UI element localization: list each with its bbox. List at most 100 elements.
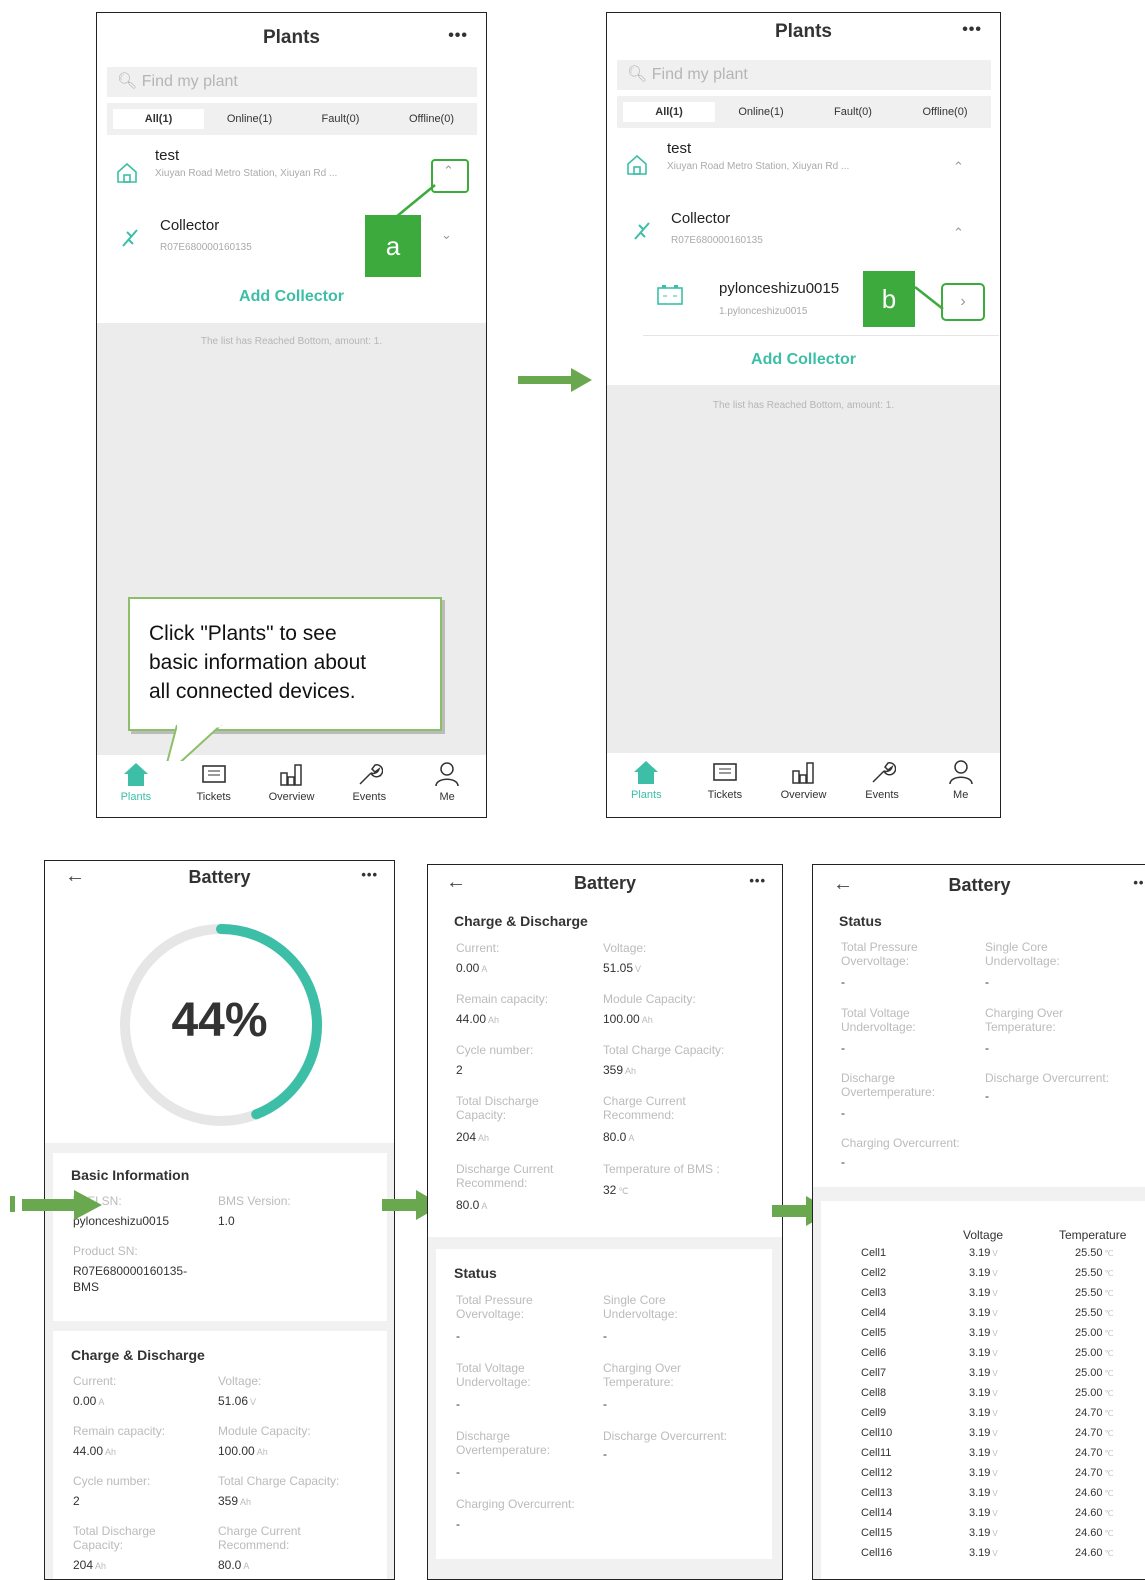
charge-title: Charge & Discharge — [71, 1347, 205, 1363]
search-input[interactable]: 🔍︎ Find my plant — [107, 67, 477, 97]
nav-events[interactable]: Events — [852, 759, 912, 801]
cell-voltage: 3.19 V — [969, 1487, 998, 1499]
chevron-up-icon[interactable]: ⌃ — [953, 159, 964, 175]
nav-label-events: Events — [865, 789, 899, 801]
cell-name: Cell2 — [861, 1267, 887, 1279]
voltage-label: Voltage: — [603, 941, 647, 955]
tab-offline[interactable]: Offline(0) — [899, 102, 991, 122]
tab-fault[interactable]: Fault(0) — [295, 109, 386, 129]
collector-icon — [634, 222, 650, 240]
dot-label: Discharge Overtemperature: — [456, 1429, 551, 1457]
tab-fault[interactable]: Fault(0) — [807, 102, 899, 122]
plant-name[interactable]: test — [667, 140, 691, 157]
cell-name: Cell12 — [861, 1467, 893, 1479]
device-detail-chevron[interactable]: › — [941, 283, 985, 321]
battery-icon — [657, 285, 683, 305]
more-menu-icon[interactable]: ••• — [749, 873, 766, 888]
nav-label-overview: Overview — [780, 789, 827, 801]
nav-label-me: Me — [439, 791, 455, 803]
battery-screen-1: ← Battery ••• 44% Basic Information WIFI… — [44, 860, 395, 1580]
cot-value: - — [985, 1041, 989, 1055]
cycle-label: Cycle number: — [73, 1474, 151, 1488]
product-sn-value-2: BMS — [73, 1280, 100, 1294]
flow-arrow-icon — [518, 368, 592, 392]
callout-line-3: all connected devices. — [149, 680, 356, 703]
wrench-icon — [359, 764, 384, 785]
chevron-down-icon[interactable]: ⌄ — [441, 227, 452, 243]
wrench-icon — [872, 762, 897, 783]
tab-offline[interactable]: Offline(0) — [386, 109, 477, 129]
tab-all[interactable]: All(1) — [623, 102, 715, 122]
scu-label: Single Core Undervoltage: — [603, 1293, 678, 1321]
nav-plants[interactable]: Plants — [616, 759, 676, 801]
nav-events[interactable]: Events — [339, 761, 399, 803]
current-label: Current: — [73, 1374, 117, 1388]
more-menu-icon[interactable]: ••• — [448, 27, 468, 45]
voltage-label: Voltage: — [218, 1374, 262, 1388]
discharge-rec-label: Discharge Current Recommend: — [456, 1162, 554, 1190]
tab-online[interactable]: Online(1) — [715, 102, 807, 122]
device-name[interactable]: pylonceshizu0015 — [719, 280, 839, 297]
nav-me[interactable]: Me — [931, 759, 991, 801]
chevron-up-icon[interactable]: ⌃ — [953, 225, 964, 241]
cell-voltage: 3.19 V — [969, 1347, 998, 1359]
search-input[interactable]: 🔍︎ Find my plant — [617, 60, 991, 90]
more-menu-icon[interactable]: ••• — [1133, 875, 1145, 890]
cell-voltage: 3.19 V — [969, 1467, 998, 1479]
charge-rec-value: 80.0 A — [603, 1130, 635, 1144]
dot-label: Discharge Overtemperature: — [841, 1071, 936, 1099]
cell-temperature: 24.60 ℃ — [1075, 1527, 1114, 1539]
cell-temperature: 24.60 ℃ — [1075, 1487, 1114, 1499]
cell-voltage: 3.19 V — [969, 1367, 998, 1379]
tvu-label: Total Voltage Undervoltage: — [841, 1006, 916, 1034]
dot-value: - — [841, 1106, 845, 1120]
current-label: Current: — [456, 941, 500, 955]
nav-me[interactable]: Me — [417, 761, 477, 803]
module-label: Module Capacity: — [603, 992, 696, 1006]
total-discharge-value: 204 Ah — [73, 1558, 107, 1572]
collector-name[interactable]: Collector — [160, 217, 219, 234]
cell-temperature: 25.00 ℃ — [1075, 1347, 1114, 1359]
cell-name: Cell1 — [861, 1247, 887, 1259]
tvu-value: - — [841, 1041, 845, 1055]
bms-version-label: BMS Version: — [218, 1194, 291, 1208]
search-placeholder: Find my plant — [651, 66, 748, 83]
divider — [643, 335, 999, 336]
flow-arrow-icon — [22, 1190, 102, 1220]
tab-online[interactable]: Online(1) — [204, 109, 295, 129]
coc-value: - — [841, 1155, 845, 1169]
battery-screen-3: ← Battery ••• Status Total PressureOverv… — [812, 864, 1145, 1580]
cell-name: Cell16 — [861, 1547, 893, 1559]
home-filled-icon — [123, 763, 148, 786]
add-collector-button[interactable]: Add Collector — [607, 351, 1000, 369]
discharge-rec-value: 80.0 A — [456, 1198, 488, 1212]
bottom-nav: Plants Tickets Overview Events Me — [607, 759, 1000, 801]
doc-value: - — [603, 1447, 607, 1461]
add-collector-button[interactable]: Add Collector — [97, 288, 486, 306]
nav-tickets[interactable]: Tickets — [184, 761, 244, 803]
bms-version-value: 1.0 — [218, 1214, 235, 1228]
collector-name[interactable]: Collector — [671, 210, 730, 227]
more-menu-icon[interactable]: ••• — [962, 21, 982, 39]
tab-all[interactable]: All(1) — [113, 109, 204, 129]
page-title: Plants — [262, 27, 321, 48]
home-icon — [117, 162, 137, 183]
cell-voltage: 3.19 V — [969, 1427, 998, 1439]
cell-temperature: 24.70 ℃ — [1075, 1467, 1114, 1479]
nav-overview[interactable]: Overview — [261, 761, 321, 803]
nav-overview[interactable]: Overview — [773, 759, 833, 801]
plants-screen-2: Plants ••• 🔍︎ Find my plant All(1) Onlin… — [606, 12, 1001, 818]
plant-name[interactable]: test — [155, 147, 179, 164]
nav-tickets[interactable]: Tickets — [695, 759, 755, 801]
voltage-header: Voltage — [963, 1228, 1004, 1242]
total-discharge-label: Total Discharge Capacity: — [456, 1094, 539, 1122]
cell-temperature: 25.00 ℃ — [1075, 1367, 1114, 1379]
charge-rec-label: Charge Current Recommend: — [603, 1094, 686, 1122]
scu-value: - — [603, 1329, 607, 1343]
cot-value: - — [603, 1397, 607, 1411]
cell-voltage: 3.19 V — [969, 1287, 998, 1299]
more-menu-icon[interactable]: ••• — [361, 867, 378, 882]
nav-plants[interactable]: Plants — [106, 761, 166, 803]
total-discharge-value: 204 Ah — [456, 1130, 490, 1144]
cell-name: Cell8 — [861, 1387, 887, 1399]
